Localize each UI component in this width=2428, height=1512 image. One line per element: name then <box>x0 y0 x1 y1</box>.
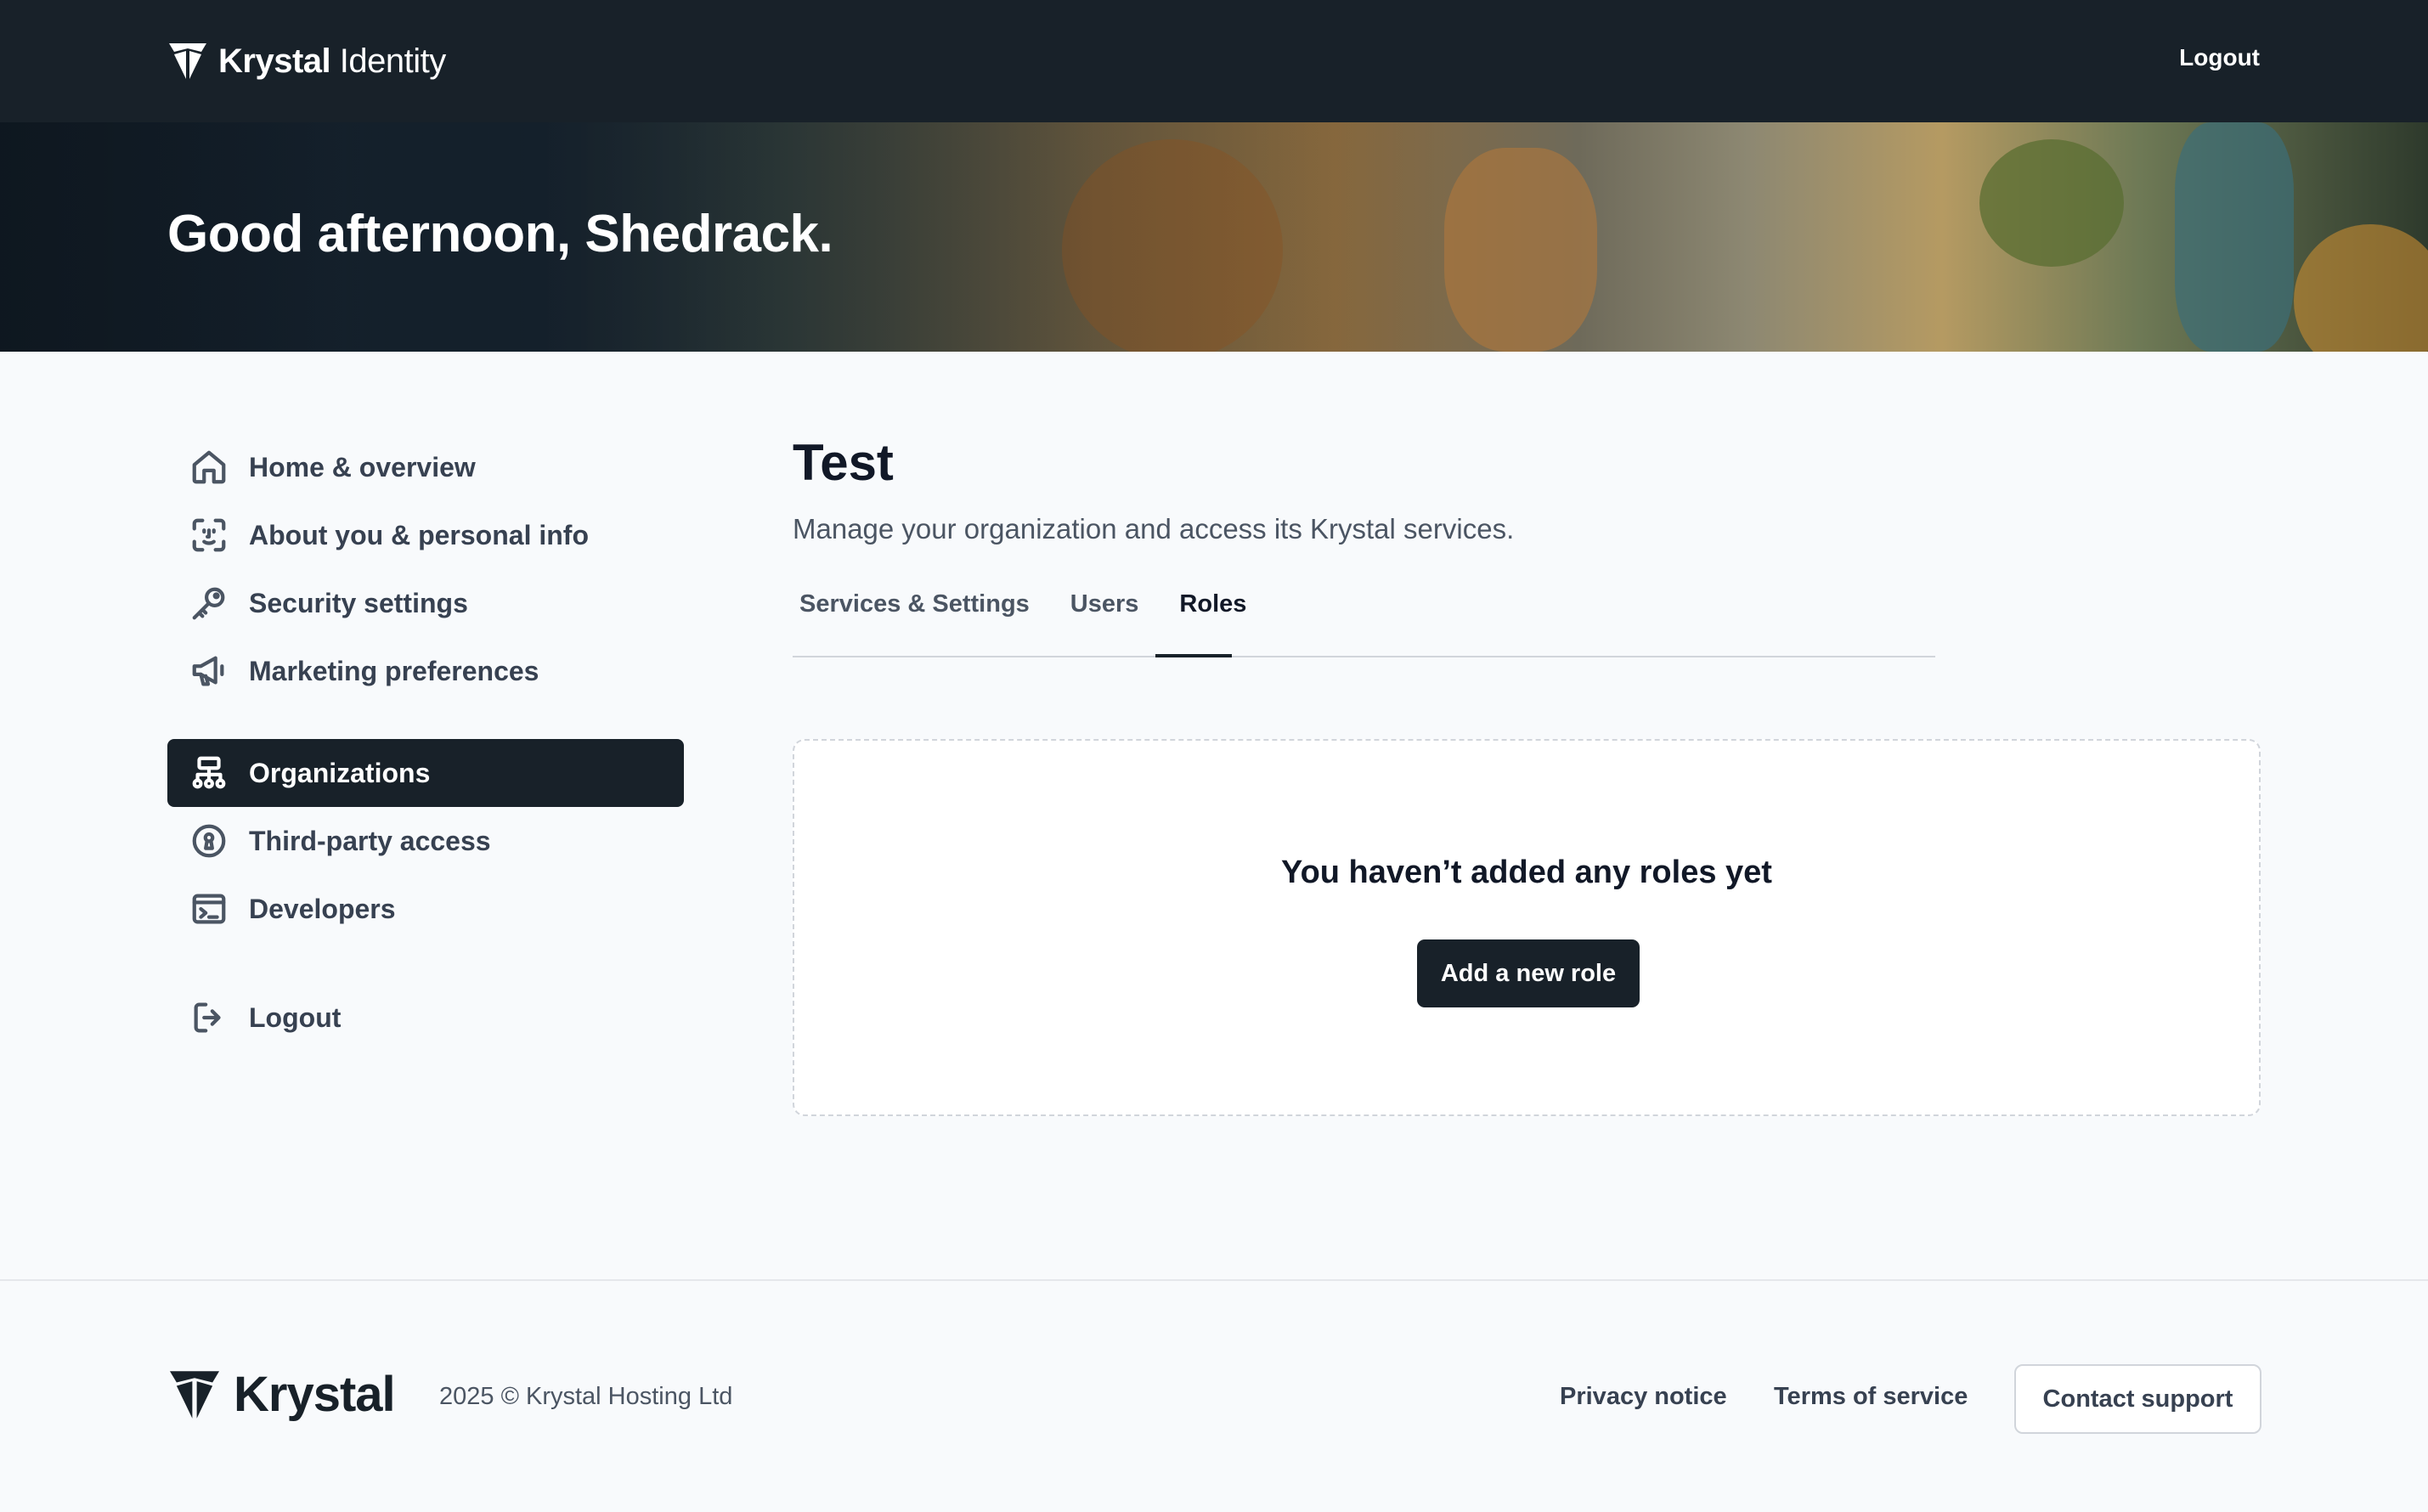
tab-users[interactable]: Users <box>1064 567 1146 640</box>
sidebar-item-label: Marketing preferences <box>249 655 539 686</box>
empty-state-message: You haven’t added any roles yet <box>1281 855 1772 890</box>
megaphone-icon <box>189 652 229 691</box>
sidebar-item-label: Home & overview <box>249 451 476 482</box>
sidebar-item-label: Organizations <box>249 757 431 788</box>
krystal-logo-icon <box>169 43 206 79</box>
sidebar-item-marketing[interactable]: Marketing preferences <box>167 637 684 705</box>
footer: Krystal 2025 © Krystal Hosting Ltd Priva… <box>0 1279 2428 1512</box>
sidebar-item-label: About you & personal info <box>249 519 589 550</box>
org-chart-icon <box>189 753 229 793</box>
terms-of-service-link[interactable]: Terms of service <box>1774 1383 1968 1411</box>
key-icon <box>189 584 229 623</box>
sidebar-item-about-you[interactable]: About you & personal info <box>167 501 684 569</box>
face-id-icon <box>189 516 229 555</box>
sidebar-nav: Home & overview About you & personal inf… <box>167 433 684 1052</box>
tab-roles[interactable]: Roles <box>1172 567 1253 640</box>
tab-bar: Services & Settings Users Roles <box>793 584 1935 657</box>
top-bar: Krystal Identity Logout <box>0 0 2428 122</box>
brand-logo[interactable]: Krystal Identity <box>167 37 446 85</box>
copyright-text: 2025 © Krystal Hosting Ltd <box>439 1383 733 1410</box>
hero-banner: Good afternoon, Shedrack. <box>0 122 2428 352</box>
krystal-logo-icon <box>169 1370 220 1419</box>
sidebar-item-logout[interactable]: Logout <box>167 984 684 1052</box>
page-title: Test <box>793 434 894 491</box>
contact-support-button[interactable]: Contact support <box>2014 1364 2261 1434</box>
page-subtitle: Manage your organization and access its … <box>793 513 1515 544</box>
sidebar-item-label: Logout <box>249 1001 342 1033</box>
sidebar-item-third-party[interactable]: Third-party access <box>167 807 684 875</box>
greeting-heading: Good afternoon, Shedrack. <box>167 205 833 263</box>
logout-icon <box>189 998 229 1037</box>
sidebar-item-label: Third-party access <box>249 825 491 856</box>
roles-empty-state: You haven’t added any roles yet Add a ne… <box>793 739 2261 1116</box>
home-icon <box>189 448 229 487</box>
tab-services-settings[interactable]: Services & Settings <box>793 567 1036 640</box>
add-role-button[interactable]: Add a new role <box>1417 939 1640 1007</box>
sidebar-item-home[interactable]: Home & overview <box>167 433 684 501</box>
footer-brand[interactable]: Krystal <box>167 1366 396 1423</box>
footer-brand-name: Krystal <box>234 1367 396 1422</box>
terminal-icon <box>189 889 229 928</box>
header-logout-link[interactable]: Logout <box>2179 44 2260 71</box>
active-tab-indicator <box>1155 654 1232 657</box>
privacy-notice-link[interactable]: Privacy notice <box>1560 1383 1727 1411</box>
sidebar-item-developers[interactable]: Developers <box>167 875 684 943</box>
brand-name: Krystal Identity <box>218 42 446 80</box>
sidebar-item-label: Developers <box>249 893 396 924</box>
sidebar-item-label: Security settings <box>249 587 468 618</box>
keyhole-icon <box>189 821 229 860</box>
sidebar-item-security[interactable]: Security settings <box>167 569 684 637</box>
sidebar-item-organizations[interactable]: Organizations <box>167 739 684 807</box>
